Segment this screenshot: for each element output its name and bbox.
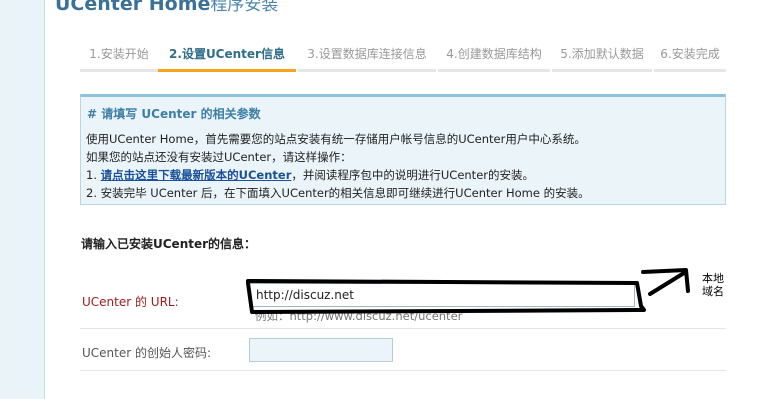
annotation-box [246, 279, 646, 314]
handdrawn-annotation [246, 268, 690, 314]
annotation-arrow-shaft [648, 271, 686, 296]
annotation-note: 本地域名 [702, 272, 724, 298]
